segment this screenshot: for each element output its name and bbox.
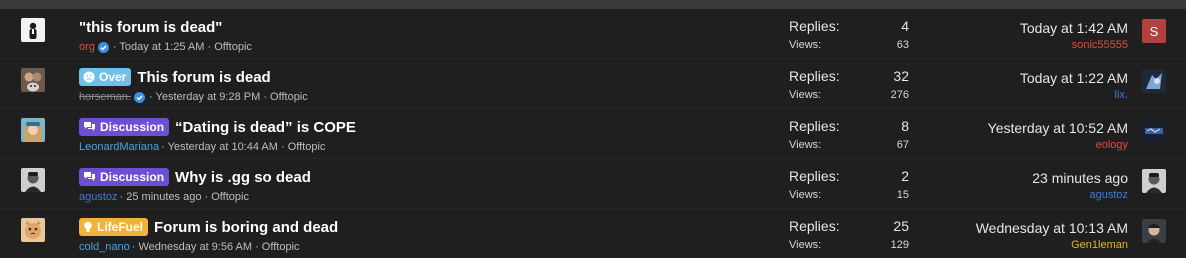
thread-title[interactable]: Why is .gg so dead <box>175 169 311 186</box>
replies-label: Replies: <box>789 218 840 234</box>
replies-count: 32 <box>893 68 909 84</box>
prefix-label: Discussion <box>100 120 165 134</box>
views-count: 15 <box>896 189 909 201</box>
prefix-label: Discussion <box>100 170 165 184</box>
thread-prefix-lifefuel[interactable]: LifeFuel <box>79 218 149 236</box>
thread-author[interactable]: agustoz <box>79 191 118 203</box>
thread-meta: · Yesterday at 9:28 PM · Offtopic <box>148 91 308 103</box>
thread-author[interactable]: cold_nano <box>79 241 130 253</box>
last-post-user[interactable]: eology <box>928 139 1128 151</box>
last-post-date[interactable]: 23 minutes ago <box>928 168 1128 188</box>
views-count: 63 <box>896 39 909 51</box>
thread-row[interactable]: Discussion Why is .gg so dead agustoz · … <box>0 159 1186 209</box>
chat-icon <box>83 171 96 183</box>
thread-prefix-over[interactable]: Over <box>79 68 132 86</box>
replies-label: Replies: <box>789 68 840 84</box>
author-avatar[interactable] <box>21 218 45 242</box>
views-label: Views: <box>789 139 822 151</box>
views-count: 67 <box>896 139 909 151</box>
replies-count: 2 <box>901 168 909 184</box>
views-label: Views: <box>789 39 822 51</box>
views-label: Views: <box>789 89 822 101</box>
last-post: Yesterday at 10:52 AM eology <box>928 118 1128 151</box>
replies-count: 25 <box>893 218 909 234</box>
prefix-label: Over <box>99 70 127 84</box>
last-poster-avatar[interactable] <box>1142 169 1166 193</box>
last-poster-avatar[interactable]: S <box>1142 19 1166 43</box>
thread-title[interactable]: This forum is dead <box>137 69 270 86</box>
last-poster-avatar[interactable] <box>1142 69 1166 93</box>
thread-prefix-discussion[interactable]: Discussion <box>79 168 170 186</box>
thread-author[interactable]: LeonardMariana <box>79 141 159 153</box>
thread-author[interactable]: org <box>79 41 95 53</box>
last-poster-avatar[interactable] <box>1142 219 1166 243</box>
author-avatar[interactable] <box>21 18 45 42</box>
thread-stats: Replies: 8 Views: 67 <box>789 118 909 155</box>
thread-meta: · 25 minutes ago · Offtopic <box>119 191 249 203</box>
replies-count: 4 <box>901 18 909 34</box>
thread-author[interactable]: horseman. <box>79 91 131 103</box>
views-label: Views: <box>789 189 822 201</box>
views-count: 129 <box>890 239 909 251</box>
thread-row[interactable]: Over This forum is dead horseman. · Yest… <box>0 59 1186 109</box>
frown-icon <box>83 71 95 83</box>
last-post: Today at 1:22 AM lix. <box>928 68 1128 101</box>
lightbulb-icon <box>83 221 93 233</box>
thread-row[interactable]: "this forum is dead" org · Today at 1:25… <box>0 9 1186 59</box>
thread-title[interactable]: “Dating is dead” is COPE <box>175 119 356 136</box>
thread-meta: · Today at 1:25 AM · Offtopic <box>112 41 252 53</box>
replies-label: Replies: <box>789 118 840 134</box>
thread-stats: Replies: 4 Views: 63 <box>789 18 909 55</box>
author-avatar[interactable] <box>21 118 45 142</box>
views-label: Views: <box>789 239 822 251</box>
last-post-date[interactable]: Yesterday at 10:52 AM <box>928 118 1128 138</box>
replies-label: Replies: <box>789 168 840 184</box>
thread-prefix-discussion[interactable]: Discussion <box>79 118 170 136</box>
author-avatar[interactable] <box>21 68 45 92</box>
last-post-user[interactable]: agustoz <box>928 189 1128 201</box>
thread-meta: · Wednesday at 9:56 AM · Offtopic <box>131 241 300 253</box>
thread-list: "this forum is dead" org · Today at 1:25… <box>0 9 1186 258</box>
replies-label: Replies: <box>789 18 840 34</box>
verified-icon <box>133 91 145 103</box>
replies-count: 8 <box>901 118 909 134</box>
last-post-user[interactable]: lix. <box>928 89 1128 101</box>
last-poster-avatar[interactable] <box>1142 119 1166 143</box>
thread-stats: Replies: 32 Views: 276 <box>789 68 909 105</box>
thread-row[interactable]: LifeFuel Forum is boring and dead cold_n… <box>0 209 1186 258</box>
last-post-user[interactable]: Gen1leman <box>928 239 1128 251</box>
thread-title[interactable]: Forum is boring and dead <box>154 219 338 236</box>
views-count: 276 <box>890 89 909 101</box>
thread-meta: · Yesterday at 10:44 AM · Offtopic <box>161 141 326 153</box>
top-bar <box>0 0 1186 9</box>
verified-icon <box>97 41 109 53</box>
author-avatar[interactable] <box>21 168 45 192</box>
chat-icon <box>83 121 96 133</box>
last-post-date[interactable]: Wednesday at 10:13 AM <box>928 218 1128 238</box>
thread-row[interactable]: Discussion “Dating is dead” is COPE Leon… <box>0 109 1186 159</box>
last-post-date[interactable]: Today at 1:22 AM <box>928 68 1128 88</box>
last-post: Today at 1:42 AM sonic55555 <box>928 18 1128 51</box>
thread-stats: Replies: 2 Views: 15 <box>789 168 909 205</box>
thread-stats: Replies: 25 Views: 129 <box>789 218 909 255</box>
letter-avatar: S <box>1142 19 1166 43</box>
last-post-date[interactable]: Today at 1:42 AM <box>928 18 1128 38</box>
last-post: Wednesday at 10:13 AM Gen1leman <box>928 218 1128 251</box>
prefix-label: LifeFuel <box>97 220 144 234</box>
thread-title[interactable]: "this forum is dead" <box>79 19 222 36</box>
last-post-user[interactable]: sonic55555 <box>928 39 1128 51</box>
last-post: 23 minutes ago agustoz <box>928 168 1128 201</box>
